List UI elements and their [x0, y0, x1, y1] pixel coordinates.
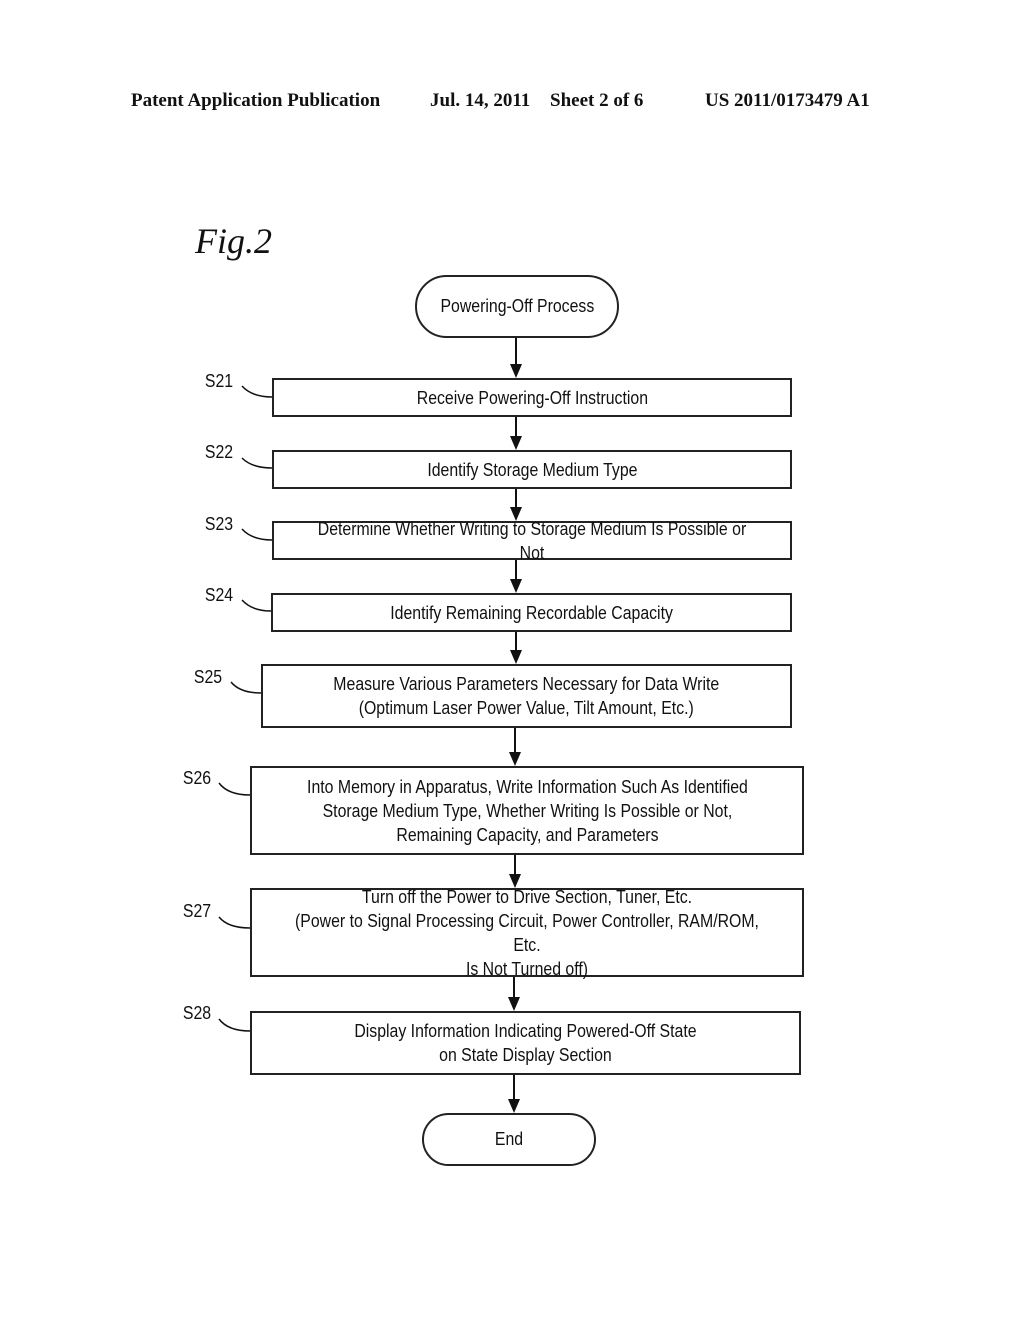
step-box-s23: Determine Whether Writing to Storage Med… — [272, 519, 792, 563]
start-label: Powering-Off Process — [440, 296, 594, 316]
step-box-s21: Receive Powering-Off Instruction — [272, 378, 792, 417]
arrowhead — [508, 997, 520, 1011]
step-box-s24: Identify Remaining Recordable Capacity — [271, 593, 792, 632]
step-box-s22: Identify Storage Medium Type — [272, 450, 792, 489]
end-label: End — [494, 1129, 524, 1149]
step-id-s25: S25 — [193, 667, 223, 687]
step-text: Display Information Indicating Powered-O… — [354, 1021, 697, 1065]
step-box-s26: Into Memory in Apparatus, Write Informat… — [250, 766, 804, 855]
step-text: Turn off the Power to Drive Section, Tun… — [295, 886, 759, 979]
step-id-s28: S28 — [182, 1003, 212, 1023]
step-box-s27: Turn off the Power to Drive Section, Tun… — [250, 887, 804, 979]
step-text: Identify Storage Medium Type — [426, 459, 638, 480]
leader-s23 — [241, 528, 273, 541]
end-terminal: End — [422, 1113, 596, 1166]
step-id-s23: S23 — [204, 514, 234, 534]
leader-s22 — [241, 457, 273, 469]
arrowhead — [510, 436, 522, 450]
step-text: Into Memory in Apparatus, Write Informat… — [306, 776, 748, 845]
arrowhead — [509, 752, 521, 766]
leader-s28 — [218, 1018, 251, 1032]
arrowhead — [510, 650, 522, 664]
leader-s25 — [230, 681, 262, 694]
start-terminal: Powering-Off Process — [415, 275, 619, 338]
step-text: Determine Whether Writing to Storage Med… — [317, 518, 747, 563]
step-id-s24: S24 — [204, 585, 234, 605]
leader-s27 — [218, 916, 251, 929]
step-id-s22: S22 — [204, 442, 234, 462]
leader-s26 — [218, 782, 251, 796]
arrowhead — [510, 364, 522, 378]
step-id-s26: S26 — [182, 768, 212, 788]
step-box-s25: Measure Various Parameters Necessary for… — [261, 664, 792, 728]
leader-s21 — [241, 385, 273, 398]
step-id-s21: S21 — [204, 371, 234, 391]
step-box-s28: Display Information Indicating Powered-O… — [250, 1011, 801, 1075]
arrowhead — [510, 579, 522, 593]
step-id-s27: S27 — [182, 901, 212, 921]
leader-s24 — [241, 599, 272, 612]
step-text: Measure Various Parameters Necessary for… — [333, 674, 720, 718]
step-text: Identify Remaining Recordable Capacity — [390, 602, 673, 623]
step-text: Receive Powering-Off Instruction — [416, 387, 648, 408]
arrowhead — [508, 1099, 520, 1113]
